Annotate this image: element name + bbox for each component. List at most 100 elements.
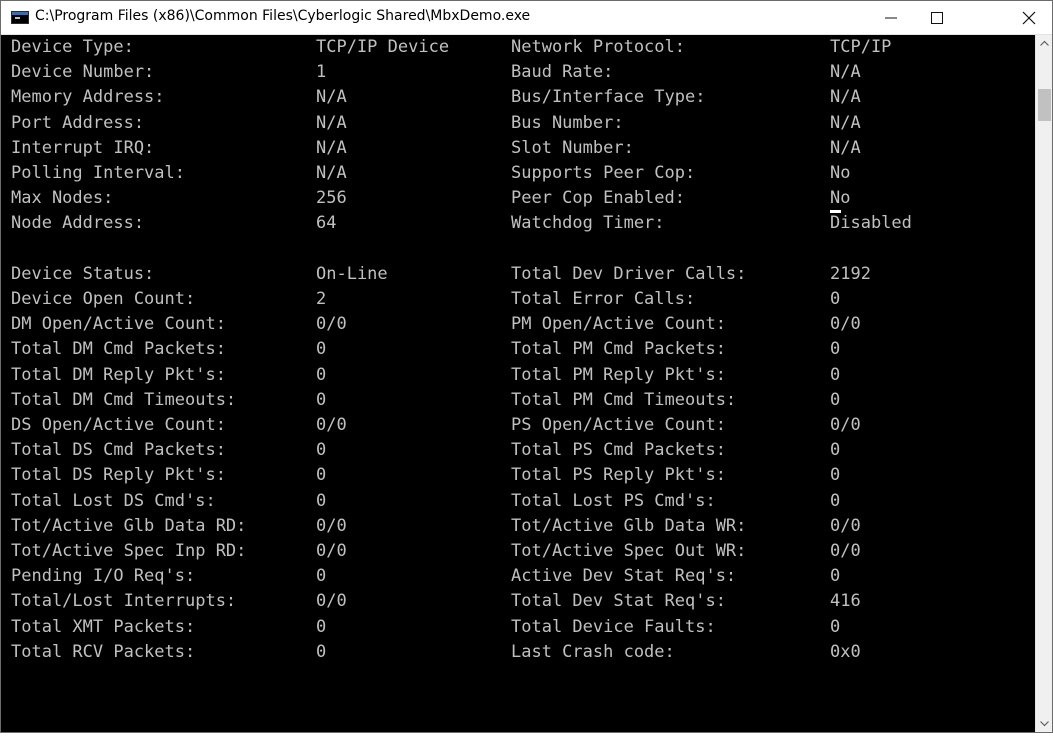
console-line: Total/Lost Interrupts: 0/0 Total Dev Stat … [1, 589, 1035, 614]
stat-label: DM Open/Active Count: [11, 314, 226, 335]
stat-label: Bus Number: [511, 112, 624, 133]
scroll-down-button[interactable] [1036, 715, 1053, 732]
stat-value: 0/0 [316, 541, 347, 561]
stat-value: 0x0 [830, 641, 861, 662]
console-window: C:\Program Files (x86)\Common Files\Cybe… [0, 0, 1053, 733]
stat-label: Total DM Cmd Packets: [11, 339, 226, 360]
stat-label: Port Address: [11, 112, 145, 133]
scroll-up-button[interactable] [1036, 35, 1053, 52]
console-line: Total DM Cmd Packets: 0 Total PM Cmd Packe… [1, 337, 1035, 362]
stat-value: 0/0 [830, 515, 861, 536]
stat-value: 0 [316, 465, 327, 486]
chevron-up-icon [1040, 40, 1049, 46]
stat-value: N/A [316, 137, 347, 158]
stat-value: N/A [830, 62, 861, 83]
stat-value: 0 [316, 641, 327, 662]
stat-label: Slot Number: [511, 137, 634, 158]
stat-value: Disabled [830, 213, 912, 234]
stat-value: 1 [316, 62, 327, 83]
console-line: Device Number: 1 Baud Rate: N/A [1, 60, 1035, 85]
console-line: Interrupt IRQ: N/A Slot Number: N/A [1, 136, 1035, 161]
stat-value: 0/0 [316, 314, 347, 335]
stat-label: PS Open/Active Count: [511, 415, 726, 435]
maximize-button[interactable] [914, 1, 960, 34]
stat-value: N/A [830, 112, 861, 133]
stat-label: Max Nodes: [11, 188, 114, 209]
console-line: Total XMT Packets: 0 Total Device Faults: 0 [1, 615, 1035, 640]
stat-value: 0 [830, 364, 841, 385]
title-bar[interactable]: C:\Program Files (x86)\Common Files\Cybe… [1, 1, 1052, 35]
stat-label: Total Device Faults: [511, 616, 716, 637]
console-app-icon[interactable] [11, 11, 29, 24]
console-line: Polling Interval: N/A Supports Peer Cop: No [1, 161, 1035, 186]
stat-label: PM Open/Active Count: [511, 314, 726, 335]
console-line: Total DM Reply Pkt's: 0 Total PM Reply Pkt… [1, 363, 1035, 388]
console-line: Total DS Cmd Packets: 0 Total PS Cmd Packe… [1, 438, 1035, 463]
console-line: Total DM Cmd Timeouts: 0 Total PM Cmd Time… [1, 388, 1035, 413]
stat-value: 0/0 [830, 415, 861, 435]
stat-label: Pending I/O Req's: [11, 566, 196, 587]
stat-value: N/A [316, 163, 347, 183]
stat-value: 2 [316, 289, 327, 309]
stat-label: Tot/Active Spec Out WR: [511, 541, 747, 561]
stat-label: Total RCV Packets: [11, 641, 196, 662]
console-line: Total RCV Packets: 0 Last Crash code: 0x0 [1, 640, 1035, 665]
stat-label: Active Dev Stat Req's: [511, 566, 737, 587]
stat-value: N/A [316, 112, 347, 133]
maximize-icon [931, 12, 943, 24]
stat-label: Device Open Count: [11, 289, 196, 309]
minimize-icon [885, 17, 897, 19]
console-line: Port Address: N/A Bus Number: N/A [1, 111, 1035, 136]
stat-value: On-Line [316, 263, 388, 284]
stat-value: 0/0 [316, 515, 347, 536]
stat-label: Total DM Cmd Timeouts: [11, 389, 237, 410]
stat-value: 0 [316, 440, 327, 461]
stat-label: DS Open/Active Count: [11, 415, 226, 435]
stat-value: 0 [830, 389, 841, 410]
console-line: Device Status: On-Line Total Dev Driver Ca… [1, 262, 1035, 287]
close-icon [1022, 11, 1036, 25]
stat-label: Total DS Reply Pkt's: [11, 465, 226, 486]
console-line: Node Address: 64 Watchdog Timer: Disabled [1, 211, 1035, 236]
stat-value: N/A [830, 137, 861, 158]
console-line: Tot/Active Spec Inp RD: 0/0 Tot/Active Spe… [1, 539, 1035, 564]
stat-value: 0/0 [316, 415, 347, 435]
stat-label: Device Number: [11, 62, 155, 83]
close-button[interactable] [1006, 1, 1052, 34]
stat-value: N/A [830, 87, 861, 108]
stat-value: 0/0 [316, 591, 347, 612]
stat-value: 0 [316, 490, 327, 511]
console-line: Total DS Reply Pkt's: 0 Total PS Reply Pkt… [1, 463, 1035, 488]
stat-value: 416 [830, 591, 861, 612]
console-line: DS Open/Active Count: 0/0 PS Open/Active C… [1, 413, 1035, 438]
stat-value: 64 [316, 213, 337, 234]
stat-value: 0 [830, 339, 841, 360]
stat-value: 0 [316, 616, 327, 637]
stat-label: Memory Address: [11, 87, 165, 108]
stat-label: Interrupt IRQ: [11, 137, 155, 158]
stat-label: Total Lost PS Cmd's: [511, 490, 716, 511]
stat-label: Total PM Cmd Packets: [511, 339, 726, 360]
stat-value: 256 [316, 188, 347, 209]
stat-label: Peer Cop Enabled: [511, 188, 685, 209]
stat-label: Total Dev Driver Calls: [511, 263, 747, 284]
console-line: DM Open/Active Count: 0/0 PM Open/Active C… [1, 312, 1035, 337]
stat-value: 0/0 [830, 541, 861, 561]
stat-label: Total PM Cmd Timeouts: [511, 389, 737, 410]
stat-label: Total PS Reply Pkt's: [511, 465, 726, 486]
text-cursor [830, 210, 841, 213]
console-line: Total Lost DS Cmd's: 0 Total Lost PS Cmd's… [1, 489, 1035, 514]
stat-label: Baud Rate: [511, 62, 614, 83]
console-line: Pending I/O Req's: 0 Active Dev Stat Req's… [1, 564, 1035, 589]
stat-label: Total DM Reply Pkt's: [11, 364, 226, 385]
stat-value: 0 [316, 566, 327, 587]
minimize-button[interactable] [868, 1, 914, 34]
stat-value: 0 [830, 490, 841, 511]
console-output[interactable]: Device Type: TCP/IP Device Network Protoco… [1, 35, 1035, 732]
vertical-scrollbar[interactable] [1035, 35, 1052, 732]
stat-label: Total PS Cmd Packets: [511, 440, 726, 461]
stat-label: Total Error Calls: [511, 289, 696, 309]
scrollbar-thumb[interactable] [1038, 89, 1051, 121]
stat-value: 0 [830, 440, 841, 461]
stat-label: Supports Peer Cop: [511, 163, 696, 183]
